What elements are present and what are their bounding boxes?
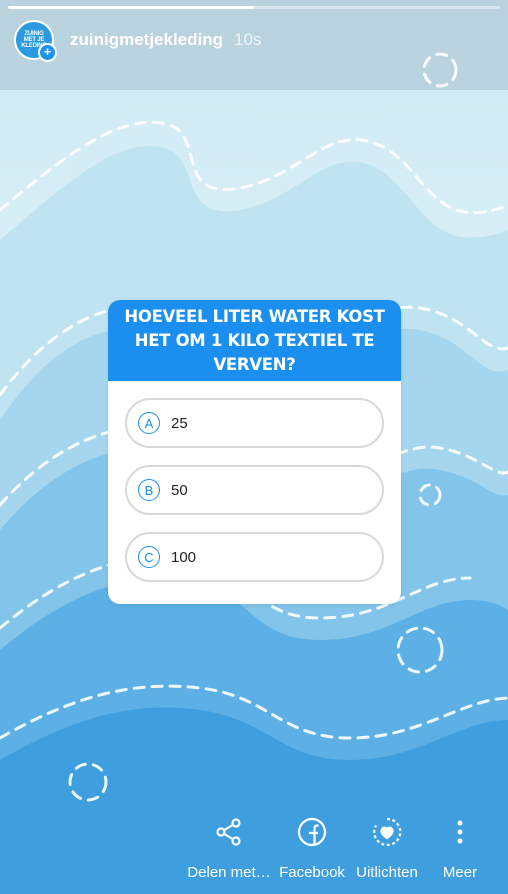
quiz-option-a[interactable]: A 25 (125, 398, 384, 448)
plus-icon[interactable]: + (38, 43, 57, 62)
facebook-label: Facebook (279, 864, 345, 881)
story-progress-bar (8, 6, 500, 9)
option-letter-badge: B (138, 479, 160, 501)
option-letter-badge: A (138, 412, 160, 434)
story-timestamp: 10s (234, 30, 262, 49)
highlight-heart-icon (372, 812, 402, 852)
option-label: 25 (171, 414, 188, 432)
share-button[interactable]: Delen met… (187, 812, 271, 881)
quiz-header: Hoeveel liter water kost het om 1 kilo t… (108, 300, 401, 381)
quiz-option-b[interactable]: B 50 (125, 465, 384, 515)
story-progress-fill (8, 6, 254, 9)
option-letter-badge: C (138, 546, 160, 568)
option-label: 100 (171, 548, 197, 566)
username[interactable]: zuinigmetjekleding (70, 30, 223, 50)
share-label: Delen met… (187, 864, 271, 881)
quiz-option-c[interactable]: C 100 (125, 532, 384, 582)
story-viewer[interactable]: ZUINIG MET JE KLEDING + zuinigmetjekledi… (0, 0, 508, 894)
facebook-button[interactable]: Facebook (272, 812, 352, 881)
highlight-label: Uitlichten (356, 864, 418, 881)
story-header: ZUINIG MET JE KLEDING + zuinigmetjekledi… (14, 20, 262, 62)
more-vertical-icon (455, 812, 465, 852)
highlight-button[interactable]: Uitlichten (352, 812, 422, 881)
quiz-question: Hoeveel liter water kost het om 1 kilo t… (124, 306, 385, 374)
more-button[interactable]: Meer (436, 812, 484, 881)
quiz-sticker: Hoeveel liter water kost het om 1 kilo t… (108, 300, 401, 604)
quiz-options: A 25 B 50 C 100 (108, 381, 401, 582)
story-action-bar: Delen met… Facebook Uitlichten Meer (0, 812, 508, 894)
avatar[interactable]: ZUINIG MET JE KLEDING + (14, 20, 57, 62)
option-label: 50 (171, 481, 188, 499)
more-label: Meer (442, 864, 478, 881)
facebook-icon (297, 812, 327, 852)
share-icon (215, 812, 243, 852)
